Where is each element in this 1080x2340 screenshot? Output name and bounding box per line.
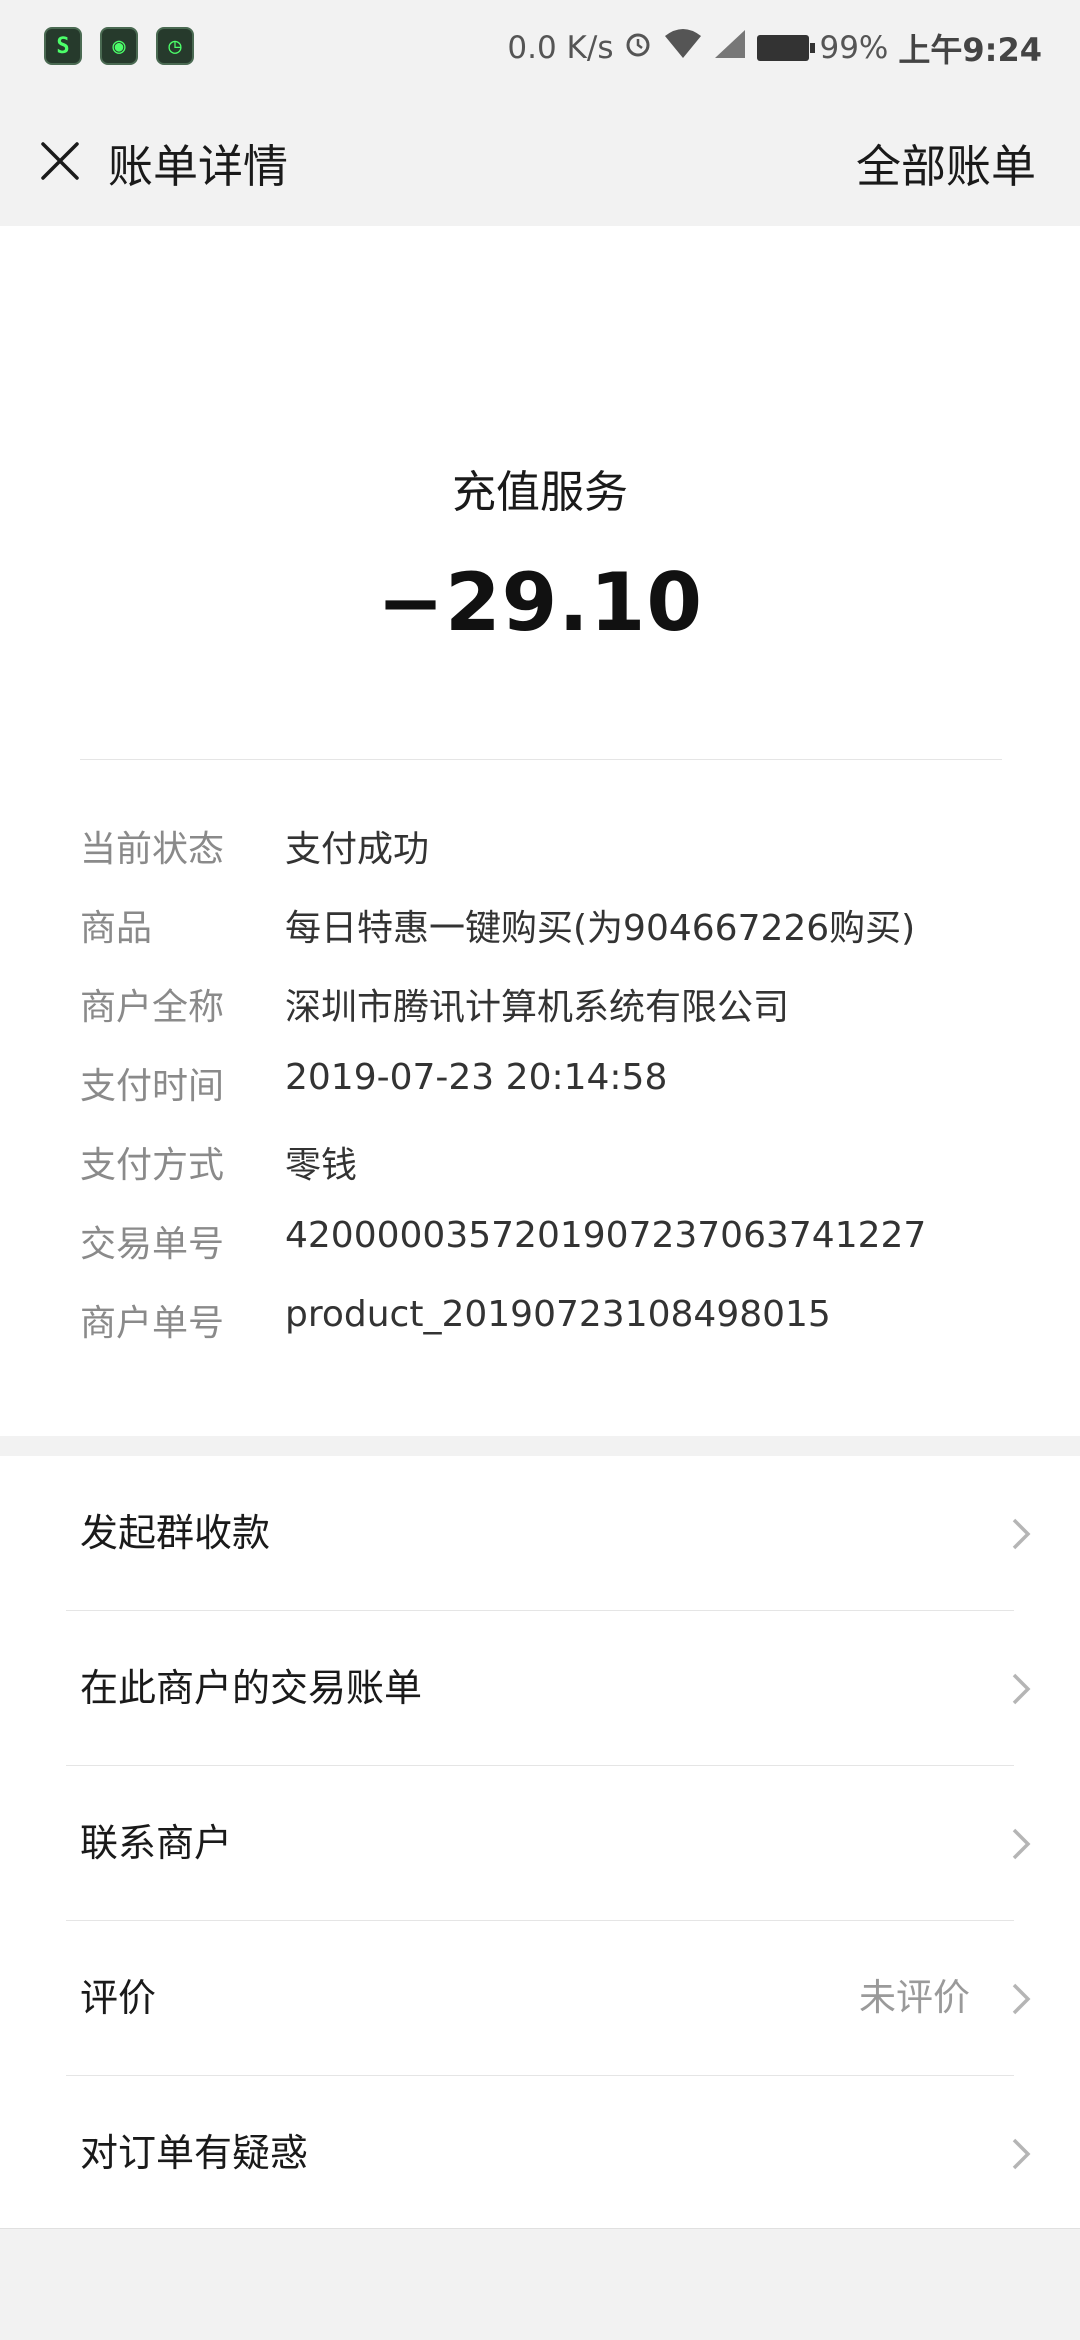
detail-row-pay-method: 支付方式 零钱 <box>80 1136 1020 1215</box>
detail-label: 商户单号 <box>80 1303 225 1344</box>
wifi-icon <box>663 28 703 68</box>
app-notification-icon: S <box>44 27 82 65</box>
menu-item-group-collect[interactable]: 发起群收款 <box>0 1456 1080 1611</box>
status-notification-icons: S ◉ ◷ <box>44 27 194 65</box>
bill-summary-card: 充值服务 −29.10 当前状态 支付成功 商品 每日特惠一键购买(为90466… <box>0 226 1080 1436</box>
divider <box>80 759 1002 760</box>
clock: 上午9:24 <box>898 31 1042 69</box>
detail-label: 当前状态 <box>80 829 225 870</box>
battery-percent: 99% <box>819 30 889 66</box>
clock-app-notification-icon: ◷ <box>156 27 194 65</box>
menu-item-label: 评价 <box>80 1976 157 2020</box>
menu-item-label: 发起群收款 <box>80 1511 271 1555</box>
amount: −29.10 <box>376 556 704 649</box>
merchant-title: 充值服务 <box>452 467 628 518</box>
detail-row-merchant-order-id: 商户单号 product_20190723108498015 <box>80 1294 1020 1373</box>
signal-icon <box>713 28 747 68</box>
app-notification-icon: ◉ <box>100 27 138 65</box>
chevron-right-icon <box>1012 1983 1031 2015</box>
detail-label: 商户全称 <box>80 987 225 1028</box>
detail-list: 当前状态 支付成功 商品 每日特惠一键购买(为904667226购买) 商户全称… <box>80 820 1020 1373</box>
detail-value: 4200000357201907237063741227 <box>285 1215 927 1256</box>
page-title: 账单详情 <box>108 140 289 193</box>
menu-item-contact-merchant[interactable]: 联系商户 <box>0 1766 1080 1921</box>
detail-value: 零钱 <box>285 1145 358 1186</box>
menu-item-label: 对订单有疑惑 <box>80 2131 309 2175</box>
detail-value: 深圳市腾讯计算机系统有限公司 <box>285 987 790 1028</box>
close-button[interactable] <box>30 131 90 191</box>
nav-bar: 账单详情 全部账单 <box>0 96 1080 226</box>
chevron-right-icon <box>1012 2138 1031 2170</box>
detail-value: product_20190723108498015 <box>285 1294 831 1335</box>
divider <box>0 2228 1080 2229</box>
detail-row-merchant-name: 商户全称 深圳市腾讯计算机系统有限公司 <box>80 978 1020 1057</box>
detail-row-status: 当前状态 支付成功 <box>80 820 1020 899</box>
detail-value: 每日特惠一键购买(为904667226购买) <box>285 908 916 949</box>
detail-row-transaction-id: 交易单号 4200000357201907237063741227 <box>80 1215 1020 1294</box>
alarm-icon <box>623 29 653 67</box>
detail-label: 支付时间 <box>80 1066 225 1107</box>
menu-item-merchant-bills[interactable]: 在此商户的交易账单 <box>0 1611 1080 1766</box>
detail-row-product: 商品 每日特惠一键购买(为904667226购买) <box>80 899 1020 978</box>
chevron-right-icon <box>1012 1518 1031 1550</box>
all-bills-link[interactable]: 全部账单 <box>856 130 1036 195</box>
review-status: 未评价 <box>859 1976 970 2019</box>
detail-value: 支付成功 <box>285 829 430 870</box>
menu-item-label: 联系商户 <box>80 1821 233 1865</box>
menu-item-review[interactable]: 评价 未评价 <box>0 1921 1080 2076</box>
detail-label: 交易单号 <box>80 1224 225 1265</box>
detail-label: 商品 <box>80 908 153 949</box>
detail-row-pay-time: 支付时间 2019-07-23 20:14:58 <box>80 1057 1020 1136</box>
status-indicators: 0.0 K/s 99% 上午9:24 <box>507 22 1042 74</box>
detail-label: 支付方式 <box>80 1145 225 1186</box>
menu-item-order-question[interactable]: 对订单有疑惑 <box>0 2076 1080 2231</box>
detail-value: 2019-07-23 20:14:58 <box>285 1057 668 1098</box>
status-bar: S ◉ ◷ 0.0 K/s 99% 上午9:24 <box>0 0 1080 96</box>
action-menu: 发起群收款 在此商户的交易账单 联系商户 评价 未评价 对订单有疑惑 <box>0 1456 1080 2228</box>
net-speed: 0.0 K/s <box>507 30 614 66</box>
chevron-right-icon <box>1012 1673 1031 1705</box>
close-icon <box>41 142 79 180</box>
footer-background <box>0 2228 1080 2340</box>
battery-icon <box>757 35 816 61</box>
menu-item-label: 在此商户的交易账单 <box>80 1666 423 1710</box>
chevron-right-icon <box>1012 1828 1031 1860</box>
